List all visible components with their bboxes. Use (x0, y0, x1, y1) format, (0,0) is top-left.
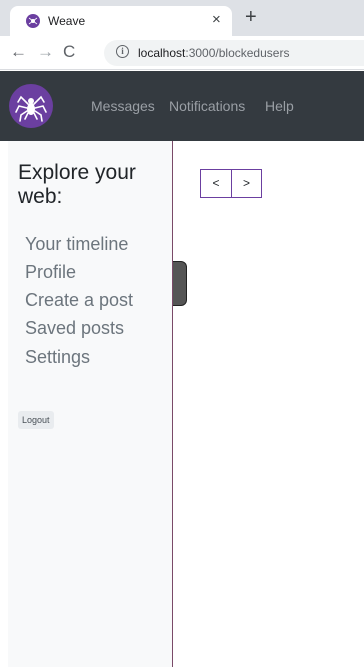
next-page-button[interactable]: > (231, 170, 261, 197)
reload-icon[interactable]: C (63, 42, 75, 62)
sidebar-item-profile[interactable]: Profile (25, 261, 76, 283)
sidebar: Explore your web: Your timeline Profile … (8, 141, 173, 667)
tab-title: Weave (48, 14, 86, 28)
sidebar-heading: Explore your web: (18, 161, 136, 208)
url-text[interactable]: localhost:3000/blockedusers (138, 46, 289, 60)
sidebar-item-create-post[interactable]: Create a post (25, 289, 133, 311)
close-tab-icon[interactable]: × (212, 11, 221, 29)
site-info-icon[interactable]: i (116, 45, 129, 58)
browser-toolbar: ← → C i localhost:3000/blockedusers (0, 36, 364, 70)
app-navbar: Messages Notifications Help (0, 71, 364, 141)
logout-button[interactable]: Logout (18, 411, 54, 429)
nav-help[interactable]: Help (265, 98, 294, 114)
browser-tabstrip: Weave × + (0, 0, 364, 36)
browser-tab[interactable]: Weave × (10, 6, 232, 36)
nav-messages[interactable]: Messages (91, 98, 155, 114)
sidebar-item-settings[interactable]: Settings (25, 346, 90, 368)
new-tab-icon[interactable]: + (245, 5, 257, 29)
pagination: < > (200, 169, 262, 198)
sidebar-item-saved-posts[interactable]: Saved posts (25, 317, 124, 339)
sidebar-toggle-handle[interactable] (173, 261, 187, 306)
back-arrow-icon[interactable]: ← (10, 42, 27, 62)
forward-arrow-icon[interactable]: → (37, 42, 54, 62)
address-bar[interactable]: i localhost:3000/blockedusers (104, 40, 364, 66)
nav-notifications[interactable]: Notifications (169, 98, 245, 114)
spider-logo-icon[interactable] (9, 84, 53, 128)
spider-favicon-icon (26, 14, 40, 28)
previous-page-button[interactable]: < (201, 170, 231, 197)
sidebar-item-your-timeline[interactable]: Your timeline (25, 233, 128, 255)
